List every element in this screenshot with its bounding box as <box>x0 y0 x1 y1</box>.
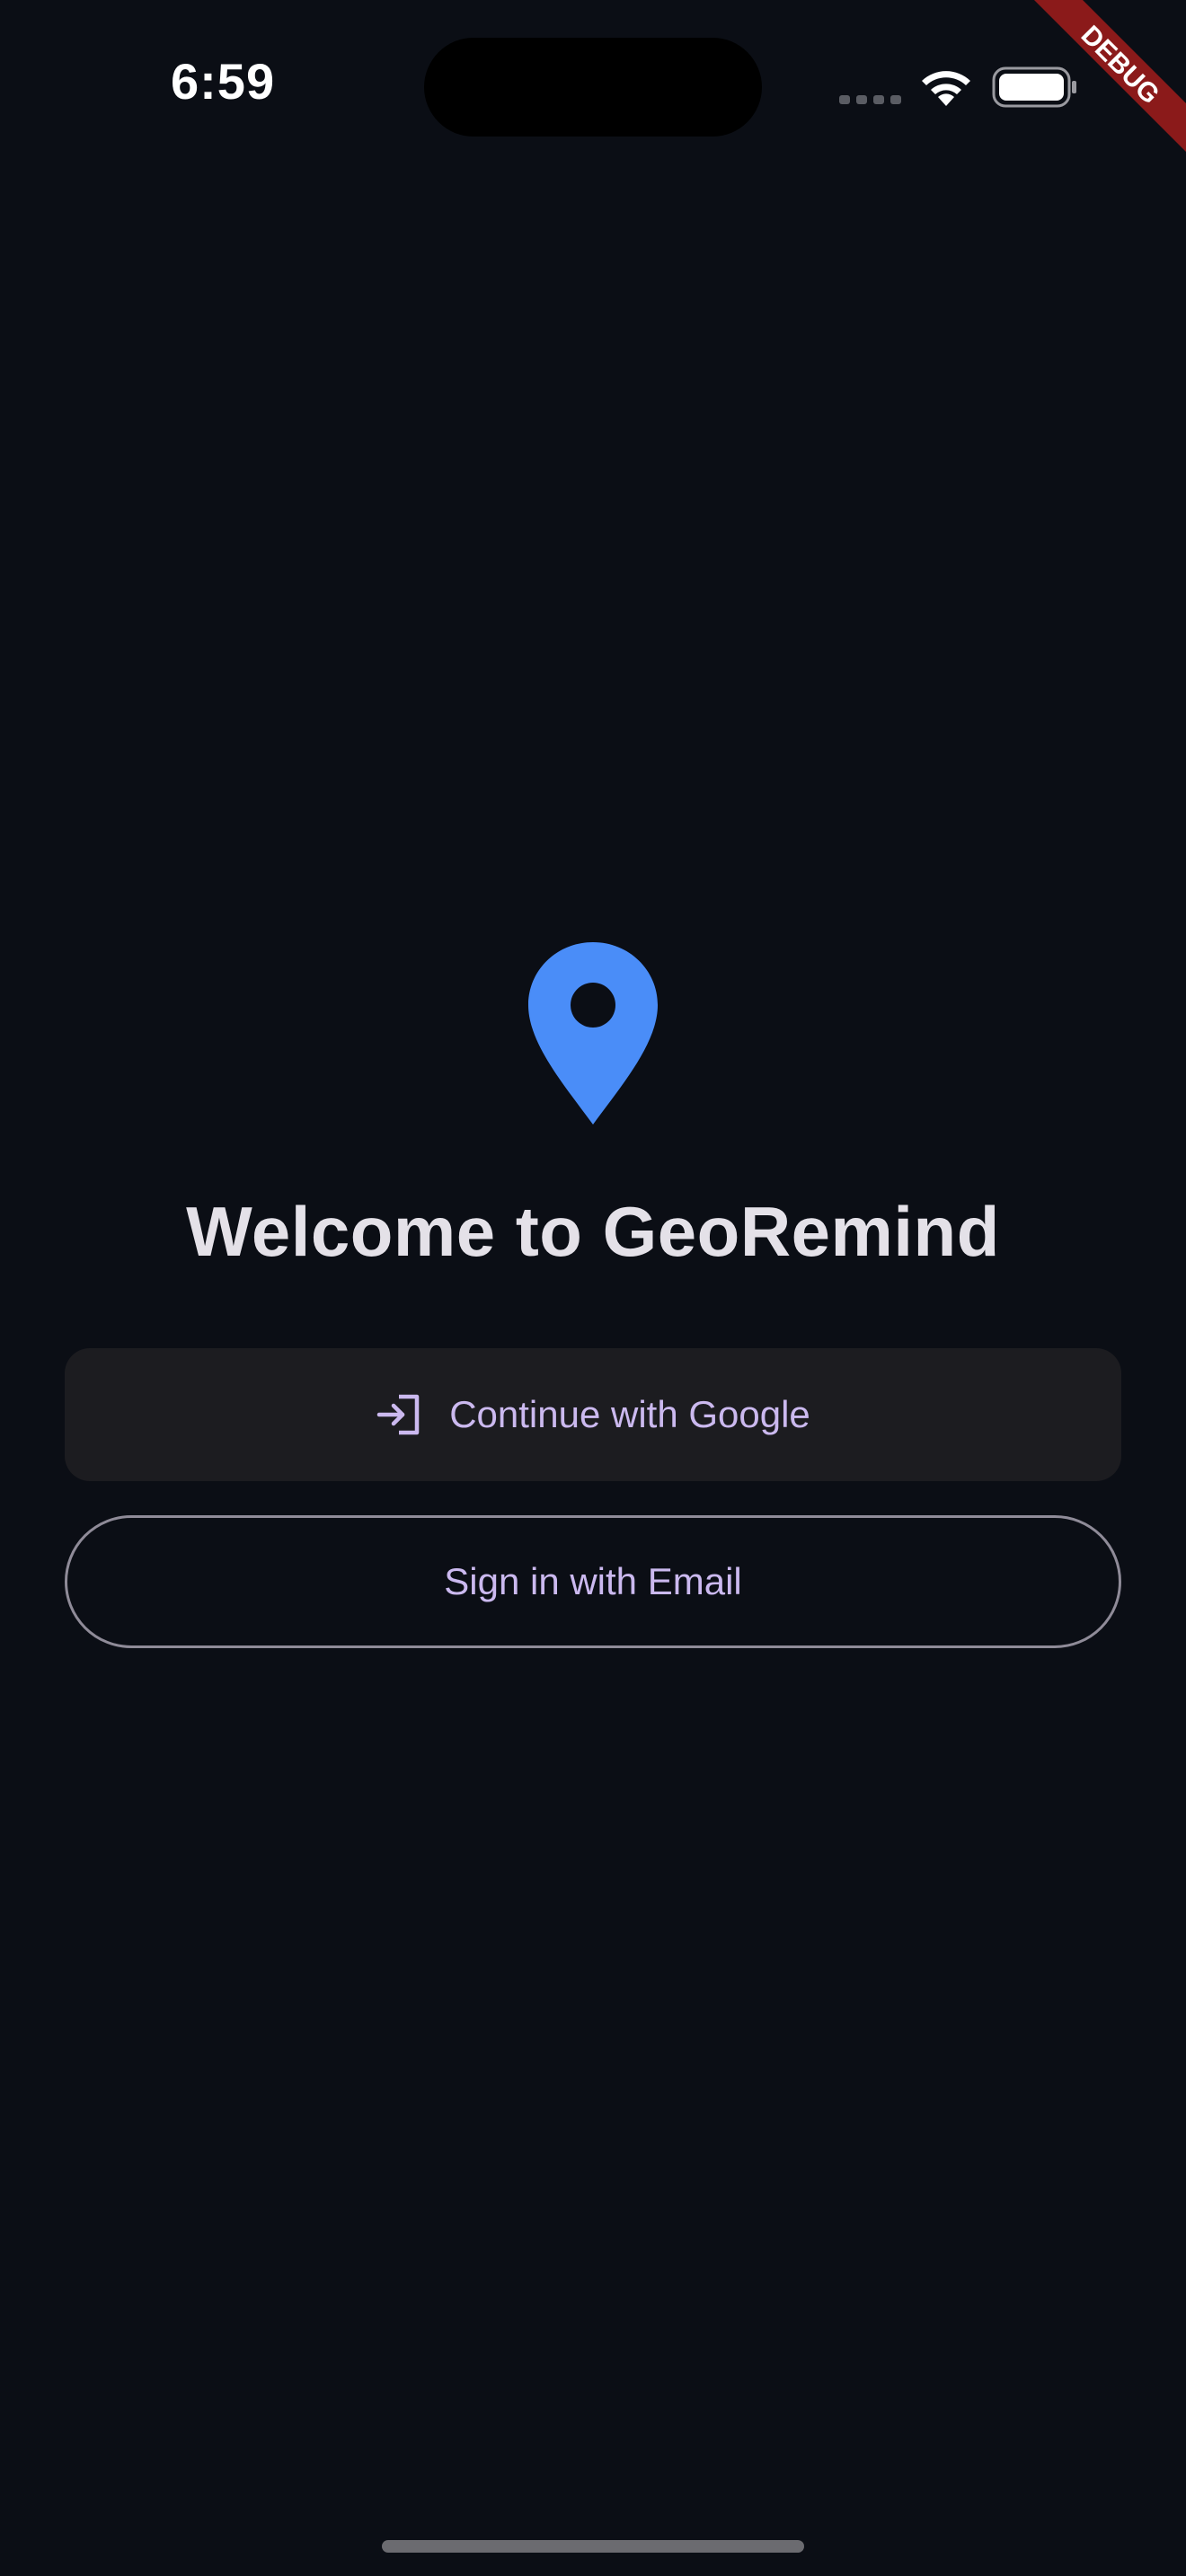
continue-with-google-label: Continue with Google <box>449 1393 810 1435</box>
battery-icon <box>992 66 1076 108</box>
location-pin-icon <box>528 942 658 1125</box>
sign-in-with-email-button[interactable]: Sign in with Email <box>65 1515 1121 1648</box>
continue-with-google-button[interactable]: Continue with Google <box>65 1348 1121 1481</box>
sign-in-with-email-label: Sign in with Email <box>444 1560 742 1602</box>
cellular-signal-icon <box>839 95 901 104</box>
wifi-icon <box>922 71 970 106</box>
status-time: 6:59 <box>171 53 276 110</box>
home-indicator[interactable] <box>382 2540 804 2553</box>
status-bar: 6:59 <box>0 0 1186 180</box>
dynamic-island <box>424 38 762 137</box>
welcome-title: Welcome to GeoRemind <box>186 1192 1000 1271</box>
login-icon <box>376 1394 420 1435</box>
